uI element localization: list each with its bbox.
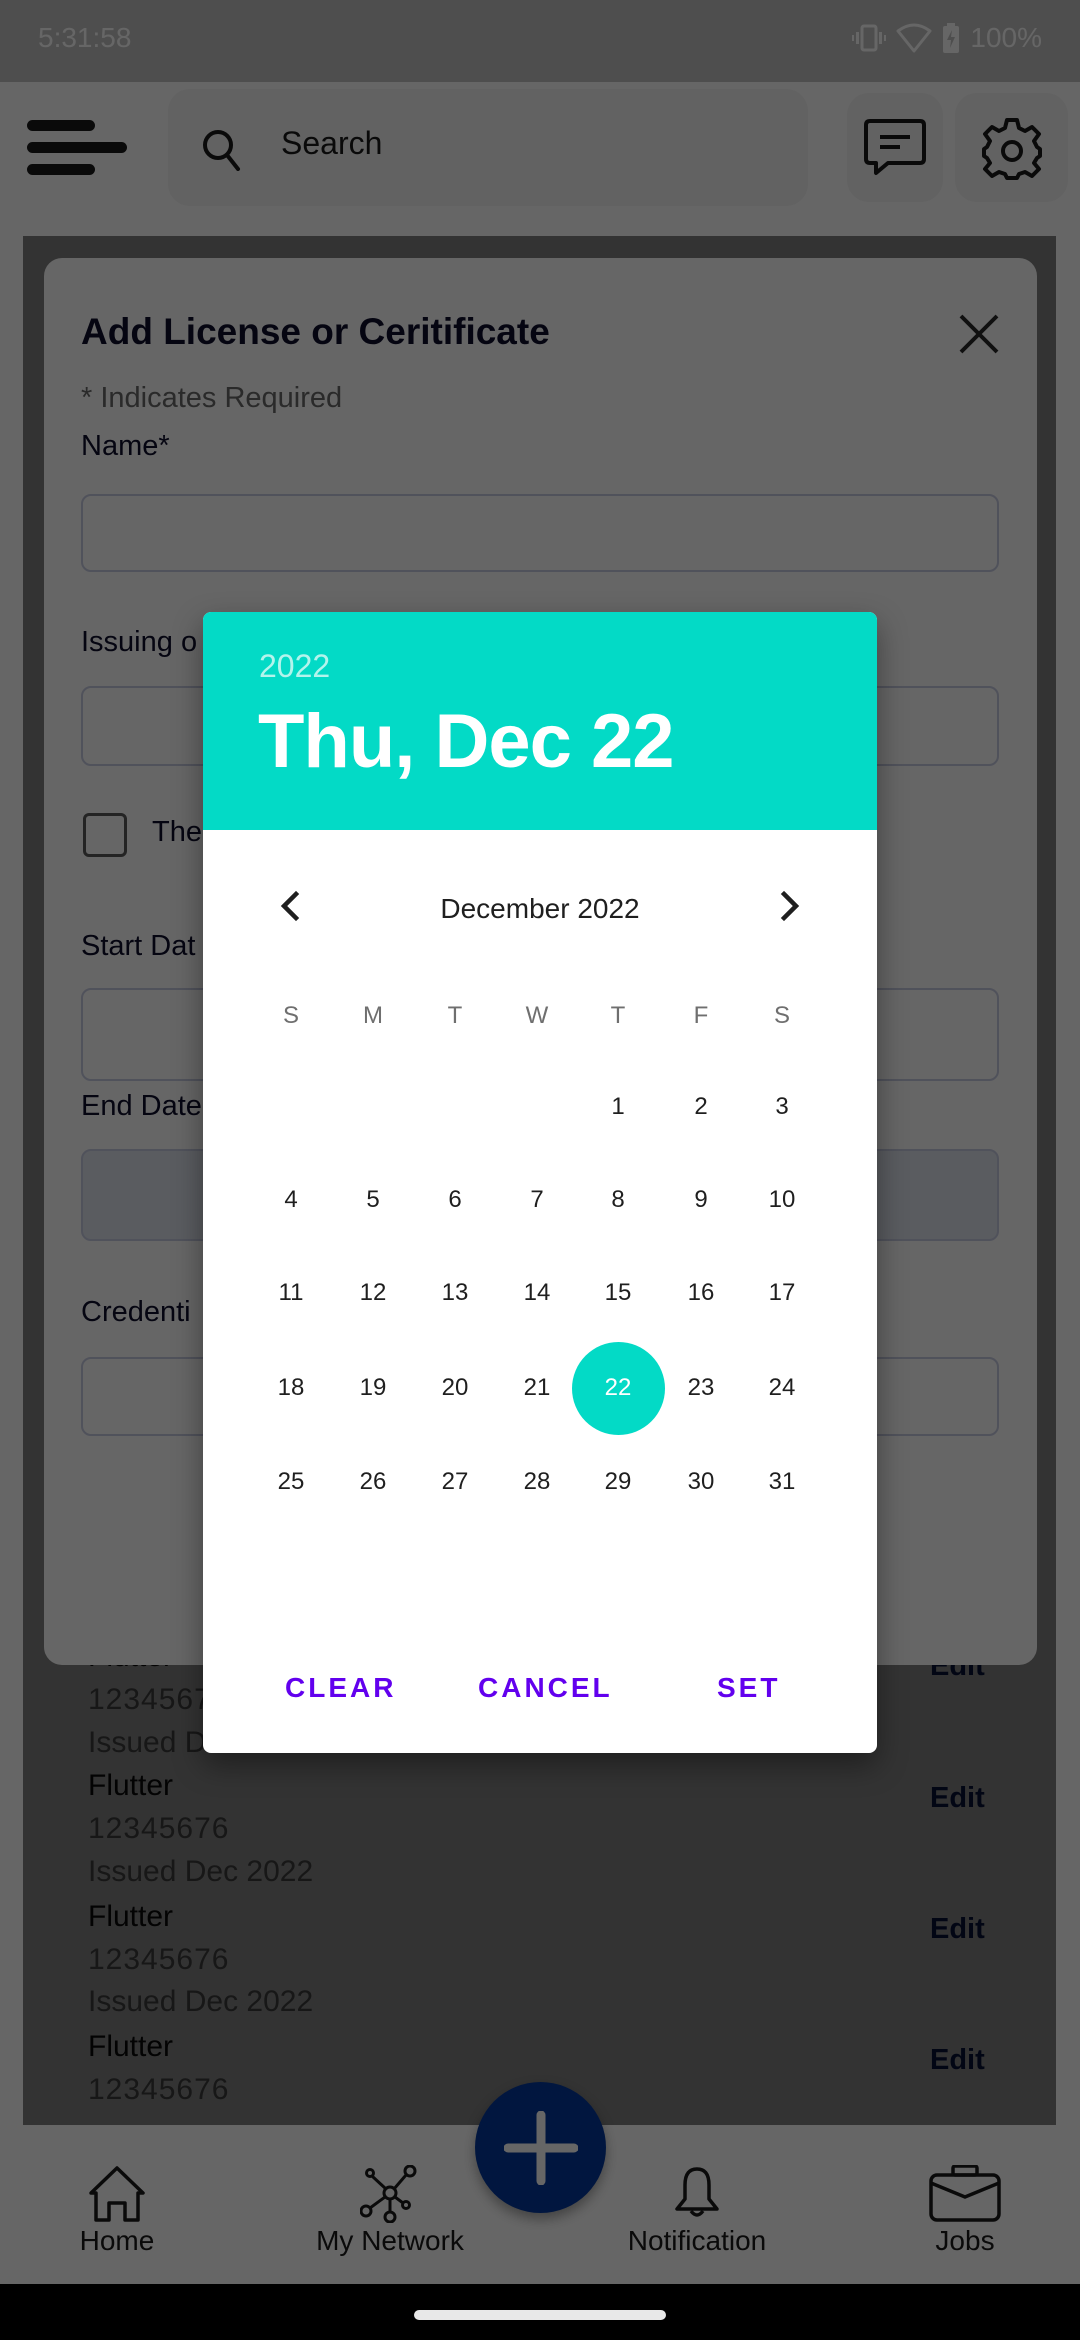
day-cell[interactable]: 16	[660, 1273, 742, 1313]
day-cell[interactable]: 29	[577, 1462, 659, 1502]
date-picker-dialog: 2022 Thu, Dec 22 December 2022 SMTWTFS 1…	[203, 612, 877, 1753]
set-button[interactable]: SET	[717, 1672, 780, 1704]
day-cell[interactable]: 26	[332, 1462, 414, 1502]
home-gesture-handle[interactable]	[414, 2310, 666, 2320]
day-cell[interactable]: 5	[332, 1180, 414, 1220]
header-selected-date: Thu, Dec 22	[258, 699, 675, 784]
day-cell[interactable]: 25	[250, 1462, 332, 1502]
day-cell[interactable]: 28	[496, 1462, 578, 1502]
day-cell[interactable]: 24	[741, 1368, 823, 1408]
weekday-label: W	[525, 1002, 549, 1029]
day-cell[interactable]: 27	[414, 1462, 496, 1502]
weekday-label: S	[282, 1002, 299, 1029]
weekday-label: T	[610, 1002, 626, 1029]
day-cell[interactable]: 10	[741, 1180, 823, 1220]
clear-button[interactable]: CLEAR	[285, 1672, 396, 1704]
weekday-label: M	[363, 1002, 383, 1029]
day-cell[interactable]: 18	[250, 1368, 332, 1408]
day-cell[interactable]: 21	[496, 1368, 578, 1408]
day-cell-selected[interactable]: 22	[577, 1368, 659, 1408]
date-picker-header: 2022 Thu, Dec 22	[203, 612, 877, 830]
day-cell[interactable]: 15	[577, 1273, 659, 1313]
day-cell[interactable]: 2	[660, 1087, 742, 1127]
day-cell[interactable]: 19	[332, 1368, 414, 1408]
day-cell[interactable]: 8	[577, 1180, 659, 1220]
day-cell[interactable]: 1	[577, 1087, 659, 1127]
header-year[interactable]: 2022	[259, 648, 330, 685]
day-cell[interactable]: 3	[741, 1087, 823, 1127]
day-cell[interactable]: 14	[496, 1273, 578, 1313]
day-cell[interactable]: 12	[332, 1273, 414, 1313]
day-cell[interactable]: 13	[414, 1273, 496, 1313]
day-cell[interactable]: 9	[660, 1180, 742, 1220]
day-cell[interactable]: 20	[414, 1368, 496, 1408]
day-cell[interactable]: 4	[250, 1180, 332, 1220]
day-cell[interactable]: 17	[741, 1273, 823, 1313]
cancel-button[interactable]: CANCEL	[478, 1672, 613, 1704]
day-cell[interactable]: 23	[660, 1368, 742, 1408]
chevron-right-icon[interactable]	[769, 886, 809, 926]
day-cell[interactable]: 31	[741, 1462, 823, 1502]
day-cell[interactable]: 11	[250, 1273, 332, 1313]
weekday-label: F	[693, 1002, 709, 1029]
weekday-label: S	[773, 1002, 790, 1029]
day-cell[interactable]: 6	[414, 1180, 496, 1220]
day-cell[interactable]: 30	[660, 1462, 742, 1502]
day-cell[interactable]: 7	[496, 1180, 578, 1220]
weekday-label: T	[447, 1002, 463, 1029]
screen: 5:31:58 100% Search Flutter 1234567 Issu…	[0, 0, 1080, 2340]
